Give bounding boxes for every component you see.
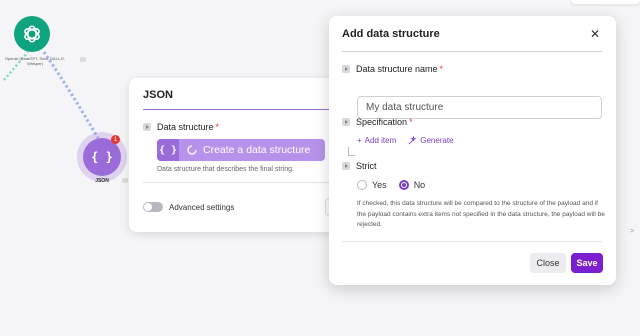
dialog-divider [342,51,602,52]
specification-label-row: Specification * [342,117,413,127]
generate-label: Generate [420,136,454,145]
dialog-title: Add data structure [342,28,440,40]
specification-label: Specification [356,117,408,127]
data-structure-help-text: Data structure that describes the final … [157,166,294,173]
strict-yes-radio[interactable]: Yes [357,180,387,190]
data-structure-name-input[interactable] [357,96,602,119]
expand-arrow-icon[interactable] [342,118,350,126]
close-icon[interactable]: ✕ [590,27,600,41]
name-field-label: Data structure name [356,64,438,74]
json-braces-icon: { } [91,150,113,164]
data-structure-field-label: Data structure * [143,122,219,132]
strict-radio-group: Yes No [357,180,425,190]
strict-yes-label: Yes [372,180,387,190]
expand-arrow-icon[interactable] [342,65,350,73]
json-braces-icon: { } [157,139,179,161]
openai-node-handle[interactable] [80,57,86,62]
panel-title: JSON [143,89,173,101]
create-data-structure-label: Create a data structure [203,144,311,156]
advanced-settings-row: Advanced settings [143,202,234,212]
radio-circle-selected [398,180,409,190]
add-data-structure-dialog: Add data structure ✕ Data structure name… [329,16,616,285]
plus-icon: + [357,136,362,145]
json-node-handle[interactable] [122,178,128,183]
close-button[interactable]: Close [530,253,566,273]
expand-arrow-icon[interactable] [342,162,350,170]
advanced-settings-toggle[interactable] [143,202,163,212]
advanced-settings-label: Advanced settings [169,202,235,212]
json-module-panel: JSON Data structure * { } Create a data s… [129,78,341,232]
dialog-footer-divider [342,241,602,242]
radio-circle [357,180,367,190]
json-node-label: JSON [95,178,109,184]
panel-divider [143,182,329,183]
tree-connector [348,147,355,156]
required-asterisk: * [215,122,220,132]
strict-label-row: Strict [342,161,377,171]
openai-module-node[interactable] [14,16,50,52]
specification-actions: + Add item Generate [357,136,454,145]
openai-node-label: OpenAI (ChatGPT, Sora, DALL-E, Whisper) [4,56,66,66]
add-item-label: Add item [364,136,397,145]
generate-link[interactable]: Generate [408,136,454,145]
openai-icon [24,25,40,43]
save-button[interactable]: Save [571,253,603,273]
create-data-structure-button[interactable]: { } Create a data structure [157,139,325,161]
strict-help-text: If checked, this data structure will be … [357,200,605,228]
panel-divider [143,109,329,110]
required-asterisk: * [409,117,413,127]
magic-wand-icon [408,136,417,145]
data-structure-label: Data structure [157,122,214,132]
add-item-link[interactable]: + Add item [357,136,396,145]
strict-no-label: No [413,180,426,190]
name-field-label-row: Data structure name * [342,64,443,74]
strict-no-radio[interactable]: No [398,180,426,190]
top-panel-stub [571,0,640,4]
expand-arrow-icon[interactable] [143,123,151,131]
json-node-error-badge: 1 [111,135,120,144]
strict-label: Strict [356,161,377,171]
required-asterisk: * [439,64,444,74]
chevron-right-icon[interactable]: > [630,228,634,235]
loading-spinner-icon [187,145,197,155]
